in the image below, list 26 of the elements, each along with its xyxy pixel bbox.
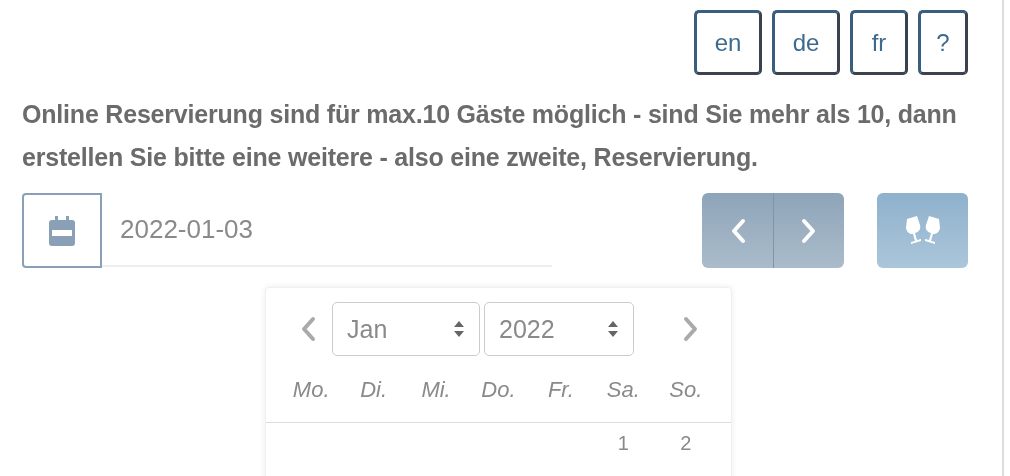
year-select[interactable]: 2022	[484, 302, 634, 356]
weekday-label: Di.	[359, 376, 389, 404]
weekday-label: Do.	[480, 376, 517, 404]
language-button[interactable]: ?	[918, 10, 968, 75]
calendar-button[interactable]	[22, 193, 102, 268]
day-cell[interactable]: 2	[654, 423, 717, 463]
notice-text: Online Reservierung sind für max.10 Gäste möglich - sind Sie mehr als 10, dann erstellen Sie bitte eine weitere - also eine zweite, Reservierung.	[22, 99, 958, 173]
language-button[interactable]: fr	[850, 10, 908, 75]
weekday-label: Sa.	[605, 376, 641, 404]
month-select[interactable]: Jan	[332, 302, 480, 356]
sort-icon	[607, 320, 619, 338]
language-button[interactable]: en	[694, 10, 762, 75]
chevron-left-icon	[729, 217, 746, 244]
chevron-right-icon	[683, 316, 699, 342]
cheers-button[interactable]	[877, 193, 968, 268]
glasses-icon	[903, 214, 942, 247]
weekday-label: Mi.	[420, 376, 452, 404]
sort-icon	[453, 320, 465, 338]
weekday-label: Mo.	[291, 376, 331, 404]
weekday-label: So.	[668, 376, 704, 404]
language-button[interactable]: de	[772, 10, 840, 75]
chevron-left-icon	[300, 316, 316, 342]
chevron-right-icon	[801, 217, 817, 244]
weekday-label: Fr.	[546, 376, 575, 404]
calendar-icon	[49, 215, 75, 246]
day-cell[interactable]: 1	[592, 423, 655, 463]
